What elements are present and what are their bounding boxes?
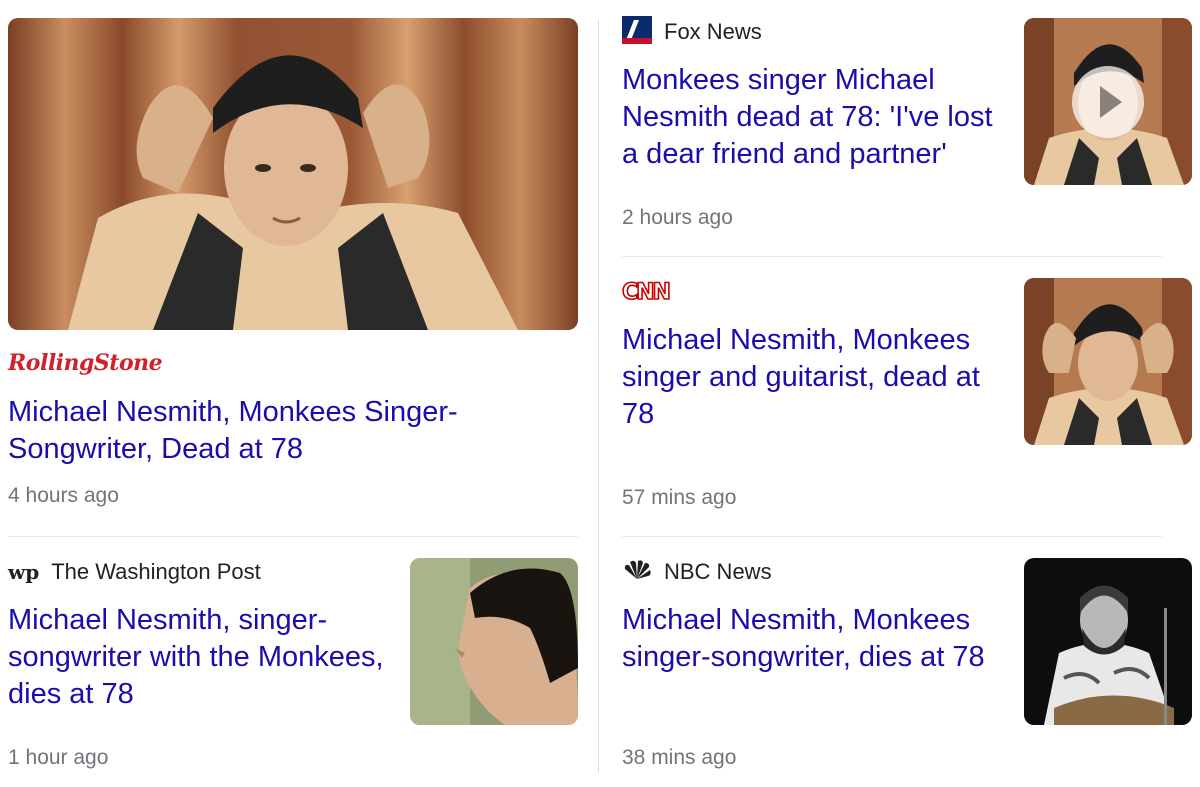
article-timestamp: 1 hour ago [8, 746, 109, 769]
article-thumbnail[interactable] [1024, 558, 1192, 725]
row-divider [8, 536, 578, 537]
source-row: RollingStone [8, 350, 163, 376]
rolling-stone-logo: RollingStone [8, 350, 163, 376]
washington-post-logo: wp [8, 560, 40, 584]
article-photo [1024, 278, 1192, 445]
news-card-cnn[interactable]: CNN Michael Nesmith, Monkees singer and … [621, 278, 1192, 518]
source-name: NBC News [664, 559, 772, 584]
cnn-logo: CNN [621, 279, 672, 306]
article-thumbnail[interactable] [410, 558, 578, 725]
column-divider [598, 20, 599, 773]
article-timestamp: 57 mins ago [622, 486, 737, 509]
news-card-rolling-stone[interactable]: RollingStone Michael Nesmith, Monkees Si… [8, 18, 578, 518]
article-thumbnail[interactable] [1024, 278, 1192, 445]
source-name: The Washington Post [51, 559, 261, 584]
article-headline[interactable]: Monkees singer Michael Nesmith dead at 7… [622, 62, 1007, 173]
nbc-peacock-icon [622, 559, 652, 586]
article-timestamp: 4 hours ago [8, 484, 119, 507]
article-headline[interactable]: Michael Nesmith, singer-songwriter with … [8, 602, 393, 713]
news-card-fox-news[interactable]: Fox News Monkees singer Michael Nesmith … [622, 15, 1192, 238]
article-headline[interactable]: Michael Nesmith, Monkees singer-songwrit… [622, 602, 1007, 676]
article-photo [1024, 558, 1192, 725]
article-image[interactable] [8, 18, 578, 330]
article-headline[interactable]: Michael Nesmith, Monkees Singer-Songwrit… [8, 394, 538, 468]
article-photo [8, 18, 578, 330]
row-divider [622, 256, 1162, 257]
article-headline[interactable]: Michael Nesmith, Monkees singer and guit… [622, 322, 1007, 433]
news-card-washington-post[interactable]: wp The Washington Post Michael Nesmith, … [8, 558, 578, 773]
article-timestamp: 2 hours ago [622, 206, 733, 229]
play-icon[interactable] [1072, 66, 1144, 138]
row-divider [622, 536, 1162, 537]
fox-news-logo-icon [622, 15, 652, 49]
article-photo [410, 558, 578, 725]
source-name: Fox News [664, 19, 762, 44]
article-thumbnail[interactable] [1024, 18, 1192, 185]
news-card-nbc-news[interactable]: NBC News Michael Nesmith, Monkees singer… [622, 558, 1192, 773]
article-timestamp: 38 mins ago [622, 746, 737, 769]
